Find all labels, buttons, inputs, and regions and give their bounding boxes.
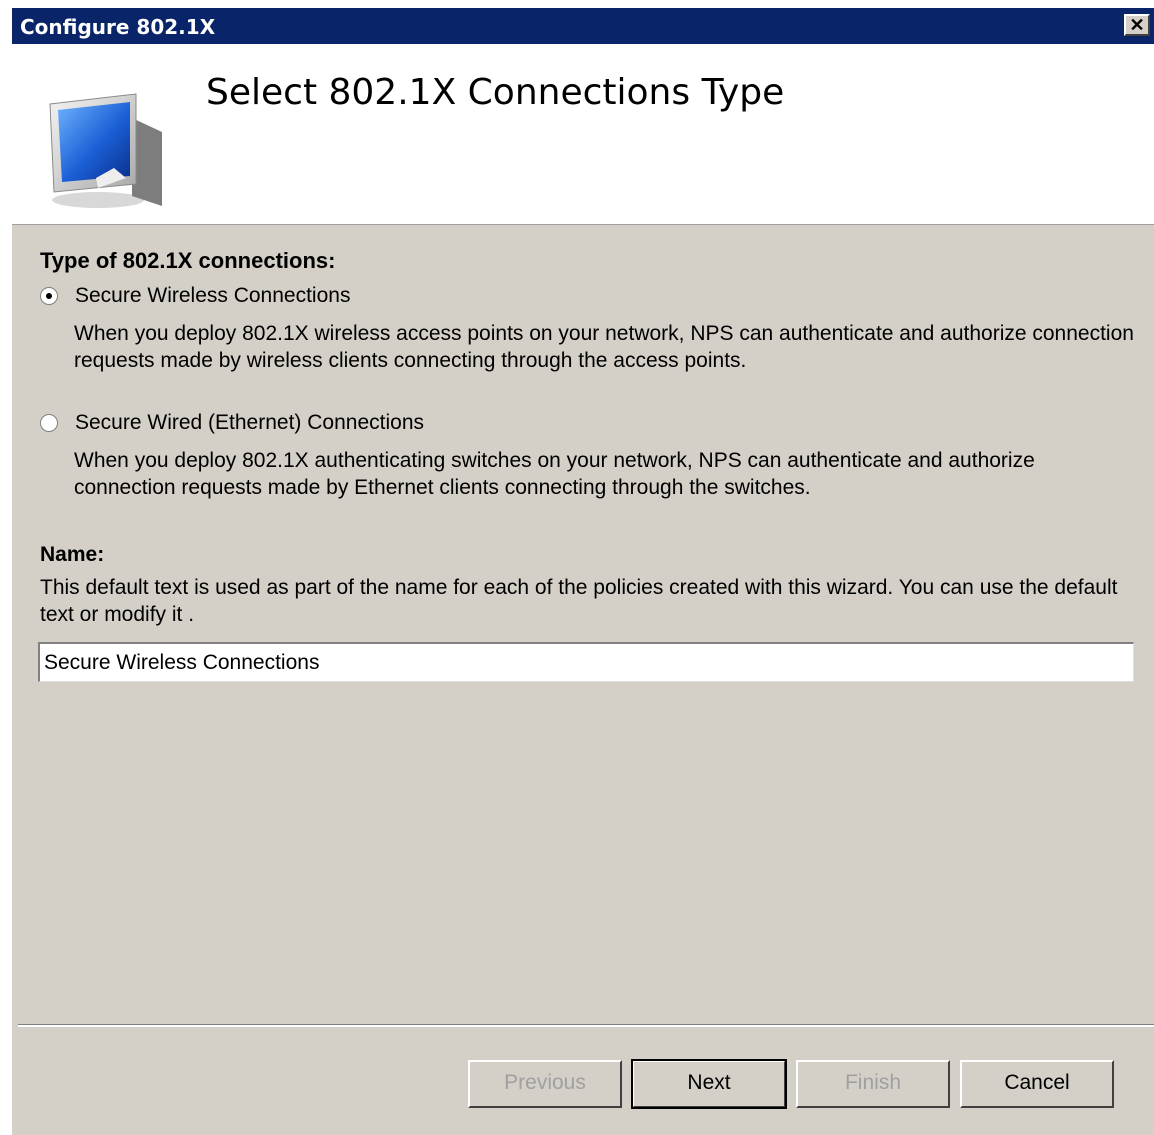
wired-description: When you deploy 802.1X authenticating sw…	[74, 449, 1035, 499]
radio-button-selected[interactable]	[40, 287, 58, 305]
previous-button[interactable]: Previous	[468, 1060, 622, 1108]
footer-separator	[18, 1024, 1154, 1027]
monitor-network-icon	[49, 93, 162, 208]
name-description: This default text is used as part of the…	[40, 576, 1118, 626]
wireless-description: When you deploy 802.1X wireless access p…	[74, 322, 1134, 372]
finish-button[interactable]: Finish	[796, 1060, 950, 1108]
page-title: Select 802.1X Connections Type	[206, 72, 785, 113]
radio-label-wired[interactable]: Secure Wired (Ethernet) Connections	[75, 411, 424, 435]
next-button[interactable]: Next	[631, 1059, 787, 1109]
policy-name-input[interactable]	[38, 642, 1134, 682]
configure-8021x-dialog: Configure 802.1X ✕ Select 802.1X Connect…	[12, 8, 1154, 1135]
wizard-header: Select 802.1X Connections Type	[12, 44, 1154, 225]
radio-button-unselected[interactable]	[40, 414, 58, 432]
window-title: Configure 802.1X	[20, 15, 216, 39]
name-heading: Name:	[40, 543, 105, 566]
title-bar[interactable]: Configure 802.1X ✕	[12, 8, 1154, 44]
close-icon: ✕	[1129, 15, 1145, 35]
close-button[interactable]: ✕	[1124, 14, 1150, 36]
radio-label-wireless[interactable]: Secure Wireless Connections	[75, 284, 350, 308]
cancel-button[interactable]: Cancel	[960, 1060, 1114, 1108]
connection-type-heading: Type of 802.1X connections:	[40, 248, 336, 273]
